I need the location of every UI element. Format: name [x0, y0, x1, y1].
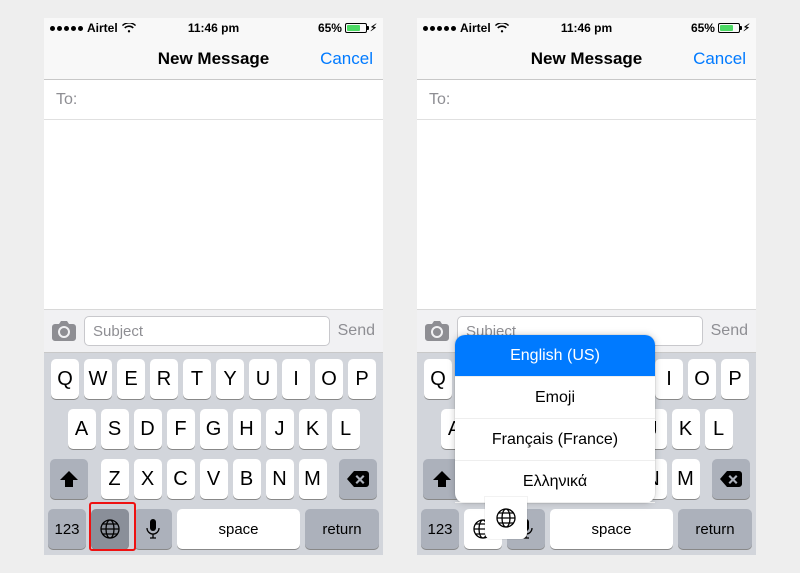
- key-g[interactable]: G: [200, 409, 228, 449]
- shift-icon: [60, 471, 78, 487]
- key-v[interactable]: V: [200, 459, 228, 499]
- delete-icon: [720, 471, 742, 487]
- key-o[interactable]: O: [315, 359, 343, 399]
- clock-label: 11:46 pm: [417, 21, 756, 35]
- send-button[interactable]: Send: [711, 322, 748, 340]
- clock-label: 11:46 pm: [44, 21, 383, 35]
- compose-row: Subject Send: [44, 309, 383, 353]
- key-t[interactable]: T: [183, 359, 211, 399]
- key-r[interactable]: R: [150, 359, 178, 399]
- numbers-key[interactable]: 123: [48, 509, 86, 549]
- key-s[interactable]: S: [101, 409, 129, 449]
- camera-icon[interactable]: [52, 321, 76, 341]
- key-m[interactable]: M: [672, 459, 700, 499]
- message-body[interactable]: [44, 120, 383, 309]
- camera-icon[interactable]: [425, 321, 449, 341]
- key-p[interactable]: P: [721, 359, 749, 399]
- key-d[interactable]: D: [134, 409, 162, 449]
- globe-key[interactable]: [91, 509, 129, 549]
- cancel-button[interactable]: Cancel: [693, 49, 746, 69]
- subject-input[interactable]: Subject: [84, 316, 330, 346]
- shift-key[interactable]: [50, 459, 88, 499]
- key-k[interactable]: K: [672, 409, 700, 449]
- nav-bar: New Message Cancel: [44, 38, 383, 80]
- return-key[interactable]: return: [305, 509, 379, 549]
- status-bar: Airtel 11:46 pm 65% ⚡︎: [417, 18, 756, 38]
- send-button[interactable]: Send: [338, 322, 375, 340]
- subject-placeholder: Subject: [93, 323, 143, 340]
- globe-icon: [99, 518, 121, 540]
- key-z[interactable]: Z: [101, 459, 129, 499]
- key-row-bottom: 123 space return: [48, 509, 379, 549]
- page-title: New Message: [158, 49, 270, 69]
- key-j[interactable]: J: [266, 409, 294, 449]
- key-a[interactable]: A: [68, 409, 96, 449]
- language-option-emoji[interactable]: Emoji: [455, 377, 655, 419]
- mic-icon: [146, 519, 160, 539]
- nav-bar: New Message Cancel: [417, 38, 756, 80]
- delete-key[interactable]: [339, 459, 377, 499]
- to-field[interactable]: To:: [44, 80, 383, 120]
- language-popup: English (US) Emoji Français (France) Ελλ…: [455, 335, 655, 503]
- to-label: To:: [56, 91, 77, 109]
- key-i[interactable]: I: [655, 359, 683, 399]
- key-u[interactable]: U: [249, 359, 277, 399]
- key-w[interactable]: W: [84, 359, 112, 399]
- language-popup-tail: [485, 497, 527, 539]
- key-o[interactable]: O: [688, 359, 716, 399]
- key-y[interactable]: Y: [216, 359, 244, 399]
- key-x[interactable]: X: [134, 459, 162, 499]
- keyboard: QWERTYUIOP ASDFGHJKL ZXCVBNM 123 space r…: [44, 353, 383, 555]
- battery-icon: [718, 23, 740, 33]
- key-l[interactable]: L: [705, 409, 733, 449]
- message-body[interactable]: [417, 120, 756, 309]
- key-n[interactable]: N: [266, 459, 294, 499]
- language-option-french[interactable]: Français (France): [455, 419, 655, 461]
- key-b[interactable]: B: [233, 459, 261, 499]
- battery-icon: [345, 23, 367, 33]
- key-q[interactable]: Q: [51, 359, 79, 399]
- space-key[interactable]: space: [550, 509, 673, 549]
- phone-left: Airtel 11:46 pm 65% ⚡︎ New Message Cance…: [44, 18, 383, 555]
- shift-icon: [433, 471, 451, 487]
- to-label: To:: [429, 91, 450, 109]
- key-h[interactable]: H: [233, 409, 261, 449]
- key-e[interactable]: E: [117, 359, 145, 399]
- key-q[interactable]: Q: [424, 359, 452, 399]
- numbers-key[interactable]: 123: [421, 509, 459, 549]
- key-c[interactable]: C: [167, 459, 195, 499]
- return-key[interactable]: return: [678, 509, 752, 549]
- to-field[interactable]: To:: [417, 80, 756, 120]
- key-m[interactable]: M: [299, 459, 327, 499]
- key-f[interactable]: F: [167, 409, 195, 449]
- key-p[interactable]: P: [348, 359, 376, 399]
- key-row-3: ZXCVBNM: [48, 459, 379, 499]
- delete-icon: [347, 471, 369, 487]
- delete-key[interactable]: [712, 459, 750, 499]
- language-option-english[interactable]: English (US): [455, 335, 655, 377]
- space-key[interactable]: space: [177, 509, 300, 549]
- key-row-2: ASDFGHJKL: [48, 409, 379, 449]
- page-title: New Message: [531, 49, 643, 69]
- key-row-bottom: 123 space return: [421, 509, 752, 549]
- status-bar: Airtel 11:46 pm 65% ⚡︎: [44, 18, 383, 38]
- key-i[interactable]: I: [282, 359, 310, 399]
- key-row-1: QWERTYUIOP: [48, 359, 379, 399]
- cancel-button[interactable]: Cancel: [320, 49, 373, 69]
- key-k[interactable]: K: [299, 409, 327, 449]
- mic-key[interactable]: [134, 509, 172, 549]
- phone-right: Airtel 11:46 pm 65% ⚡︎ New Message Cance…: [417, 18, 756, 555]
- globe-icon: [495, 507, 517, 529]
- key-l[interactable]: L: [332, 409, 360, 449]
